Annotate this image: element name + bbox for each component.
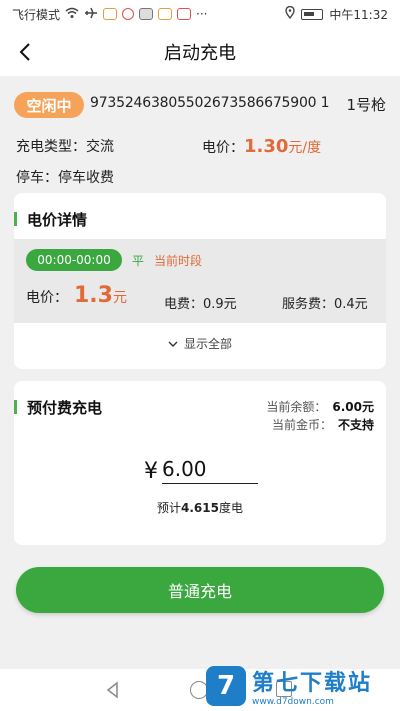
app-notification-icon [177, 8, 192, 20]
price-info: 电价：1.30元/度 [202, 136, 322, 157]
watermark-logo: 7 [206, 666, 246, 706]
airplane-icon [84, 7, 98, 22]
card-title: 电价详情 [27, 210, 88, 229]
service-fee: 服务费：0.4元 [282, 297, 368, 312]
status-badge: 空闲中 [14, 92, 84, 118]
watermark-title: 第七下载站 [252, 671, 373, 696]
app-notification-icon [139, 8, 154, 20]
start-charge-button[interactable]: 普通充电 [16, 567, 384, 613]
price-detail-card: 电价详情 00:00-00:00 平 当前时段 电价： 1.3 元 电费：0.9元 … [14, 193, 386, 369]
station-info: 空闲中 97352463805502673586675900 1 1号枪 充电类… [0, 76, 400, 190]
status-bar: 飞行模式 ··· 中午11:32 [0, 0, 400, 28]
period-row: 00:00-00:00 平 当前时段 电价： 1.3 元 电费：0.9元 服务费：0… [14, 239, 386, 323]
airplane-mode-text: 飞行模式 [12, 7, 61, 22]
show-all-button[interactable]: 显示全部 [14, 335, 386, 352]
gun-number: 1号枪 [346, 96, 386, 114]
time-range-pill: 00:00-00:00 [26, 249, 122, 271]
electricity-fee: 电费：0.9元 [164, 297, 237, 312]
clock: 中午11:32 [329, 7, 388, 22]
chevron-left-icon [19, 43, 30, 61]
station-serial: 97352463805502673586675900 1 [90, 95, 330, 111]
charge-type: 充电类型：交流 [16, 139, 114, 155]
page-title: 启动充电 [164, 43, 236, 64]
back-button[interactable] [14, 40, 38, 64]
card-title: 预付费充电 [27, 398, 103, 417]
app-notification-icon [158, 8, 173, 20]
app-notification-icon [103, 8, 118, 20]
accent-bar [14, 212, 17, 226]
wifi-icon [65, 7, 79, 22]
location-icon [285, 5, 296, 22]
estimate-text: 预计4.615度电 [157, 501, 243, 515]
weibo-icon [122, 8, 135, 20]
watermark-url: www.d7down.com [252, 697, 334, 707]
watermark: 7 第七下载站 www.d7down.com [206, 662, 396, 710]
period-price: 电价： 1.3 元 [26, 283, 127, 308]
prepay-card: 预付费充电 当前余额： 6.00元 当前金币： 不支持 ¥ 6.00 预计4.615… [14, 381, 386, 545]
nav-bar: 启动充电 [0, 28, 400, 76]
amount-input[interactable]: 6.00 [162, 457, 258, 484]
balance-info: 当前余额： 6.00元 当前金币： 不支持 [266, 400, 374, 432]
flat-tag: 平 [132, 254, 145, 268]
chevron-down-icon [168, 341, 178, 347]
accent-bar [14, 400, 17, 414]
card-header: 预付费充电 [14, 397, 102, 417]
nav-back-icon[interactable] [104, 681, 122, 699]
show-all-label: 显示全部 [183, 337, 232, 351]
card-header: 电价详情 [14, 209, 87, 229]
current-period-tag: 当前时段 [154, 254, 203, 268]
battery-icon [301, 8, 324, 20]
amount-input-group: ¥ 6.00 [144, 457, 258, 484]
currency-symbol: ¥ [144, 459, 158, 484]
more-notifications: ··· [196, 7, 208, 21]
parking-info: 停车：停车收费 [16, 170, 114, 186]
